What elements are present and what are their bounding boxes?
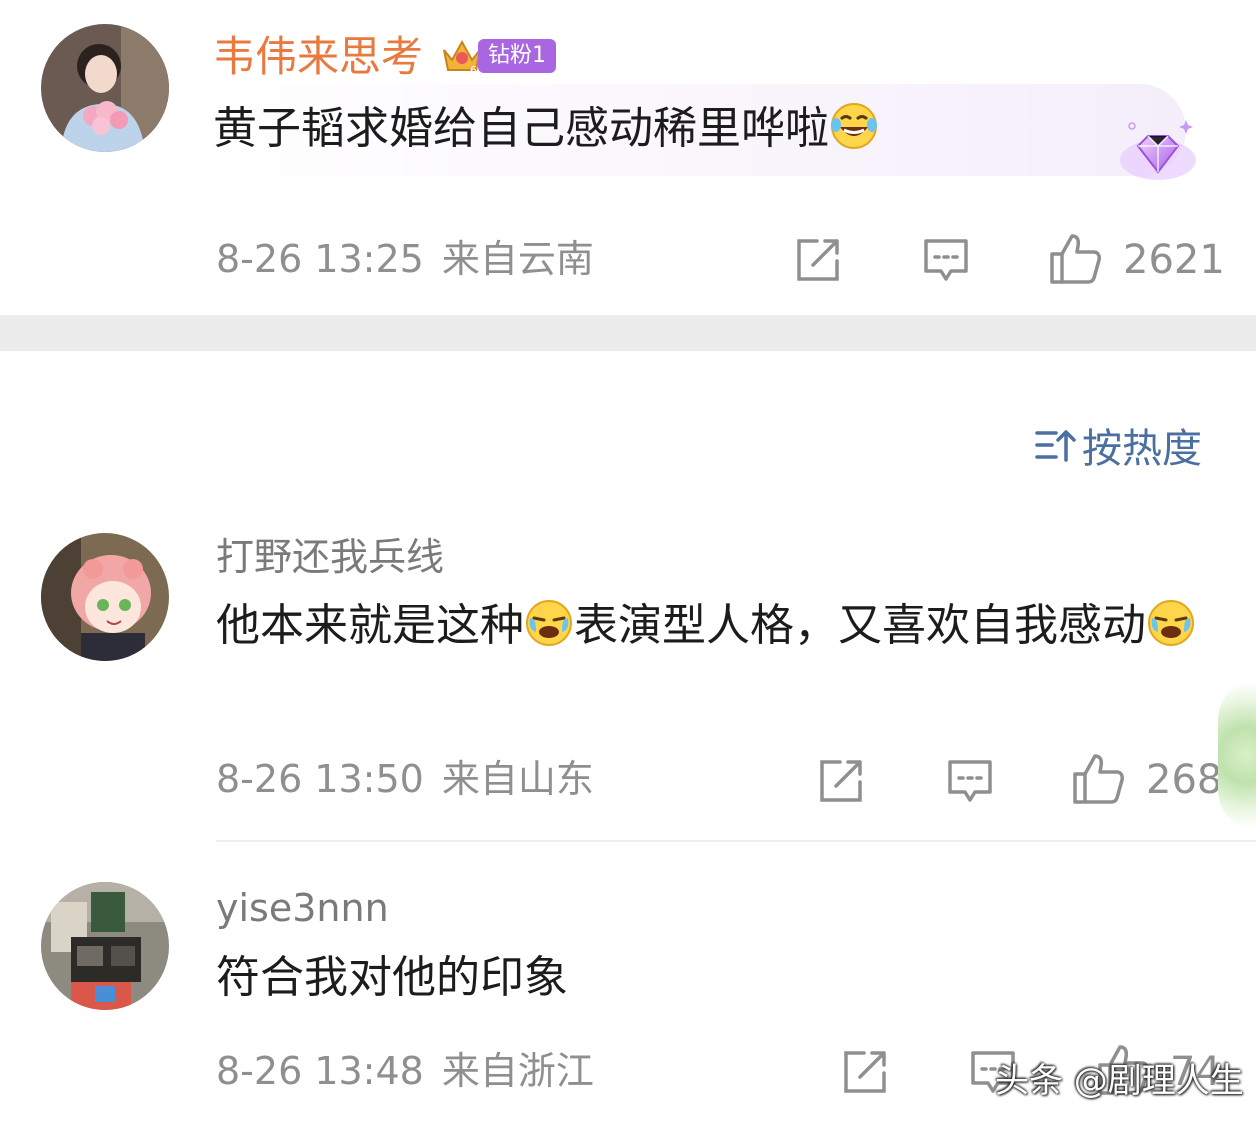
sort-icon xyxy=(1035,430,1076,462)
like-count: 2621 xyxy=(1123,237,1225,283)
avatar[interactable] xyxy=(41,24,169,152)
like-icon[interactable] xyxy=(1071,752,1125,806)
section-divider xyxy=(0,315,1256,351)
comment-text-content: 黄子韬求婚给自己感动稀里哗啦 xyxy=(213,103,829,154)
comment-meta: 8-26 13:25 来自云南 xyxy=(216,240,594,278)
comment-date: 8-26 13:48 xyxy=(216,1049,424,1093)
comment-separator xyxy=(216,840,1256,842)
avatar[interactable] xyxy=(41,882,169,1010)
username[interactable]: 打野还我兵线 xyxy=(216,538,444,576)
diamond-decoration-icon xyxy=(1120,120,1196,180)
avatar[interactable] xyxy=(41,533,169,661)
comment-text: 黄子韬求婚给自己感动稀里哗啦 xyxy=(213,97,879,161)
crying-laughing-emoji xyxy=(526,600,572,646)
share-icon[interactable] xyxy=(816,756,866,806)
comment-location: 来自云南 xyxy=(441,237,594,281)
badge-level: 6 xyxy=(470,64,477,76)
sort-button[interactable]: 按热度 xyxy=(1034,416,1202,474)
comment-meta: 8-26 13:50 来自山东 xyxy=(216,760,594,798)
comment-meta: 8-26 13:48 来自浙江 xyxy=(216,1052,594,1090)
badge-label: 钻粉1 xyxy=(478,39,556,73)
crying-laughing-emoji xyxy=(1148,600,1194,646)
vip-username[interactable]: 韦伟来思考 xyxy=(213,36,423,78)
laughing-tears-emoji xyxy=(831,103,877,149)
reply-icon[interactable] xyxy=(921,235,971,285)
username[interactable]: yise3nnn xyxy=(216,889,389,927)
like-count: 268 xyxy=(1146,757,1223,803)
comment-location: 来自山东 xyxy=(441,757,594,801)
comment-text: 他本来就是这种 表演型人格，又喜欢自我感动 xyxy=(216,594,1216,658)
comment-location: 来自浙江 xyxy=(441,1049,594,1093)
floating-decoration[interactable] xyxy=(1218,680,1256,830)
sort-label: 按热度 xyxy=(1082,426,1202,472)
watermark: 头条 @剧理人生 xyxy=(995,1061,1244,1101)
comment-text-part: 表演型人格，又喜欢自我感动 xyxy=(574,600,1146,651)
comment-date: 8-26 13:25 xyxy=(216,237,424,281)
share-icon[interactable] xyxy=(840,1047,890,1097)
fan-badge[interactable]: 6 钻粉1 xyxy=(440,36,556,76)
share-icon[interactable] xyxy=(793,235,843,285)
comment-date: 8-26 13:50 xyxy=(216,757,424,801)
comment-text: 符合我对他的印象 xyxy=(216,952,568,1003)
reply-icon[interactable] xyxy=(945,756,995,806)
like-icon[interactable] xyxy=(1048,232,1102,286)
comment-text-part: 他本来就是这种 xyxy=(216,600,524,651)
